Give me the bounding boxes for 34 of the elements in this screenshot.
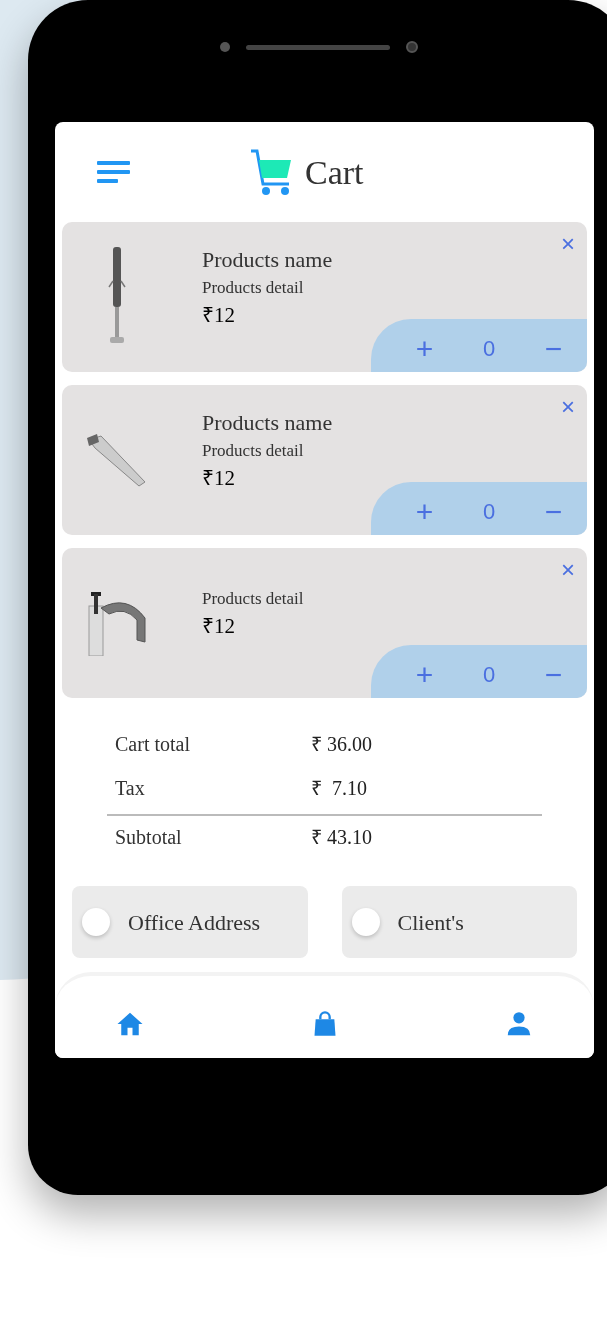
address-option[interactable]: Client's (341, 886, 577, 958)
product-detail: Products detail (202, 277, 305, 299)
summary-value: ₹ 36.00 (311, 732, 372, 757)
product-name: Products name (202, 246, 333, 274)
product-detail: Products detail (202, 440, 305, 462)
increment-button[interactable]: + (415, 659, 434, 690)
cart-icon (249, 148, 293, 196)
product-detail: Products detail (202, 588, 304, 610)
summary-label: Subtotal (115, 825, 183, 850)
summary-label: Cart total (115, 732, 191, 757)
radio-button[interactable] (351, 908, 380, 936)
radio-button[interactable] (82, 908, 110, 936)
decrement-button[interactable]: − (544, 333, 563, 364)
cable-clip-drawing (87, 590, 147, 656)
product-price: ₹12 (202, 302, 236, 329)
address-option[interactable]: Office Address (72, 886, 308, 958)
product-name: Products name (202, 409, 333, 437)
summary-value: ₹ 43.10 (311, 825, 372, 850)
product-price: ₹12 (202, 613, 236, 640)
increment-button[interactable]: + (415, 496, 434, 527)
quantity-value: 0 (482, 661, 496, 689)
camera-lens (406, 41, 418, 53)
product-price: ₹12 (202, 465, 236, 492)
remove-button[interactable]: × (561, 395, 575, 419)
summary-label: Tax (115, 776, 146, 801)
remove-button[interactable]: × (561, 232, 575, 256)
increment-button[interactable]: + (415, 333, 434, 364)
remove-button[interactable]: × (561, 558, 575, 582)
summary-value: ₹ 7.10 (311, 776, 367, 801)
quantity-value: 0 (482, 335, 496, 363)
decrement-button[interactable]: − (544, 659, 563, 690)
page-title: Cart (305, 152, 364, 193)
decrement-button[interactable]: − (544, 496, 563, 527)
quantity-value: 0 (482, 498, 496, 526)
